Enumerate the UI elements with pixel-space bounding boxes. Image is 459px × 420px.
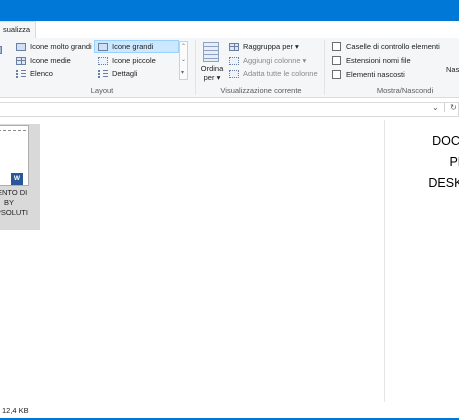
preview-line: DESKTO xyxy=(428,176,459,190)
thumbnail-rule xyxy=(0,130,26,132)
file-name-line: BY xyxy=(3,198,14,207)
word-document-icon: W xyxy=(11,173,23,185)
checkbox[interactable] xyxy=(332,70,341,79)
item-checkboxes-label: Caselle di controllo elementi xyxy=(346,42,440,51)
group-label-layout: Layout xyxy=(90,86,114,95)
group-by-button[interactable]: Raggruppa per ▾ xyxy=(229,42,299,51)
file-name-label: MENTO DI BY OPSOLUTI xyxy=(0,188,38,218)
layout-item-label: Icone grandi xyxy=(112,42,154,51)
layout-list[interactable]: Elenco xyxy=(16,69,53,78)
sort-by-label-2: per xyxy=(203,73,215,82)
divider xyxy=(443,103,445,113)
hidden-items-label: Elementi nascosti xyxy=(346,70,405,79)
extra-large-icons-icon xyxy=(16,42,26,51)
dropdown-arrow-icon: ▾ xyxy=(302,56,307,65)
item-checkboxes-toggle[interactable]: Caselle di controllo elementi xyxy=(332,42,440,51)
preview-line: DOCUN xyxy=(432,134,459,148)
layout-item-label: Dettagli xyxy=(112,69,138,78)
checkbox[interactable] xyxy=(332,42,341,51)
address-bar-buttons: ⌄ ↻ xyxy=(432,103,457,113)
layout-item-label: Icone medie xyxy=(30,56,71,65)
file-name-line: MENTO DI xyxy=(0,188,28,197)
layout-item-label: Icone piccole xyxy=(112,56,156,65)
dropdown-arrow-icon: ▾ xyxy=(216,73,221,82)
dropdown-arrow-icon: ▾ xyxy=(295,42,299,51)
file-name-line: OPSOLUTI xyxy=(0,208,28,217)
preview-pane-divider[interactable] xyxy=(384,120,385,402)
medium-icons-icon xyxy=(16,56,26,65)
group-divider xyxy=(195,40,196,95)
layout-extra-large-icons[interactable]: Icone molto grandi xyxy=(16,42,92,51)
layout-large-icons[interactable]: Icone grandi xyxy=(98,42,153,51)
window-titlebar xyxy=(0,0,459,21)
group-by-icon xyxy=(229,42,239,51)
file-extensions-toggle[interactable]: Estensioni nomi file xyxy=(332,56,411,65)
fit-columns-icon xyxy=(229,69,239,78)
add-columns-icon xyxy=(229,56,239,65)
large-icons-icon xyxy=(98,42,108,51)
gallery-expand-icon[interactable]: ▾ xyxy=(181,70,184,76)
add-columns-button[interactable]: Aggiungi colonne ▾ xyxy=(229,56,306,65)
group-divider xyxy=(324,40,325,95)
layout-details[interactable]: Dettagli xyxy=(98,69,137,78)
list-view-icon xyxy=(16,69,26,78)
layout-gallery-scroller[interactable]: ⌃ ⌄ ▾ xyxy=(179,41,188,80)
hide-selected-button[interactable]: Nas xyxy=(446,65,459,74)
hidden-items-toggle[interactable]: Elementi nascosti xyxy=(332,70,405,79)
checkbox[interactable] xyxy=(332,56,341,65)
navigation-pane-icon[interactable] xyxy=(0,46,2,54)
status-size: 12,4 KB xyxy=(2,406,29,415)
layout-item-label: Elenco xyxy=(30,69,53,78)
preview-pane-text: DOCUN PRO DESKTO xyxy=(394,131,459,194)
sort-by-label: Ordina xyxy=(200,64,224,73)
preview-line: PRO xyxy=(449,155,459,169)
refresh-icon[interactable]: ↻ xyxy=(450,103,457,112)
fit-columns-button[interactable]: Adatta tutte le colonne xyxy=(229,69,318,78)
group-label-current-view: Visualizzazione corrente xyxy=(220,86,302,95)
layout-item-label: Icone molto grandi xyxy=(30,42,92,51)
scroll-up-icon[interactable]: ⌃ xyxy=(181,44,186,50)
chevron-down-icon[interactable]: ⌄ xyxy=(432,103,439,112)
file-list-area[interactable] xyxy=(0,120,459,402)
small-icons-icon xyxy=(98,56,108,65)
add-columns-label: Aggiungi colonne xyxy=(243,56,301,65)
scroll-down-icon[interactable]: ⌄ xyxy=(181,57,186,63)
group-by-label: Raggruppa per xyxy=(243,42,294,51)
sort-by-icon[interactable] xyxy=(203,42,219,62)
status-bar xyxy=(0,405,459,418)
sort-by-button[interactable]: Ordina per ▾ xyxy=(199,64,225,82)
group-label-show-hide: Mostra/Nascondi xyxy=(376,86,434,95)
layout-small-icons[interactable]: Icone piccole xyxy=(98,56,156,65)
address-bar[interactable] xyxy=(0,102,459,117)
ribbon-tab-strip xyxy=(0,21,459,39)
layout-medium-icons[interactable]: Icone medie xyxy=(16,56,71,65)
fit-columns-label: Adatta tutte le colonne xyxy=(243,69,318,78)
file-extensions-label: Estensioni nomi file xyxy=(346,56,411,65)
tab-visualizza[interactable]: sualizza xyxy=(0,21,36,38)
details-view-icon xyxy=(98,69,108,78)
